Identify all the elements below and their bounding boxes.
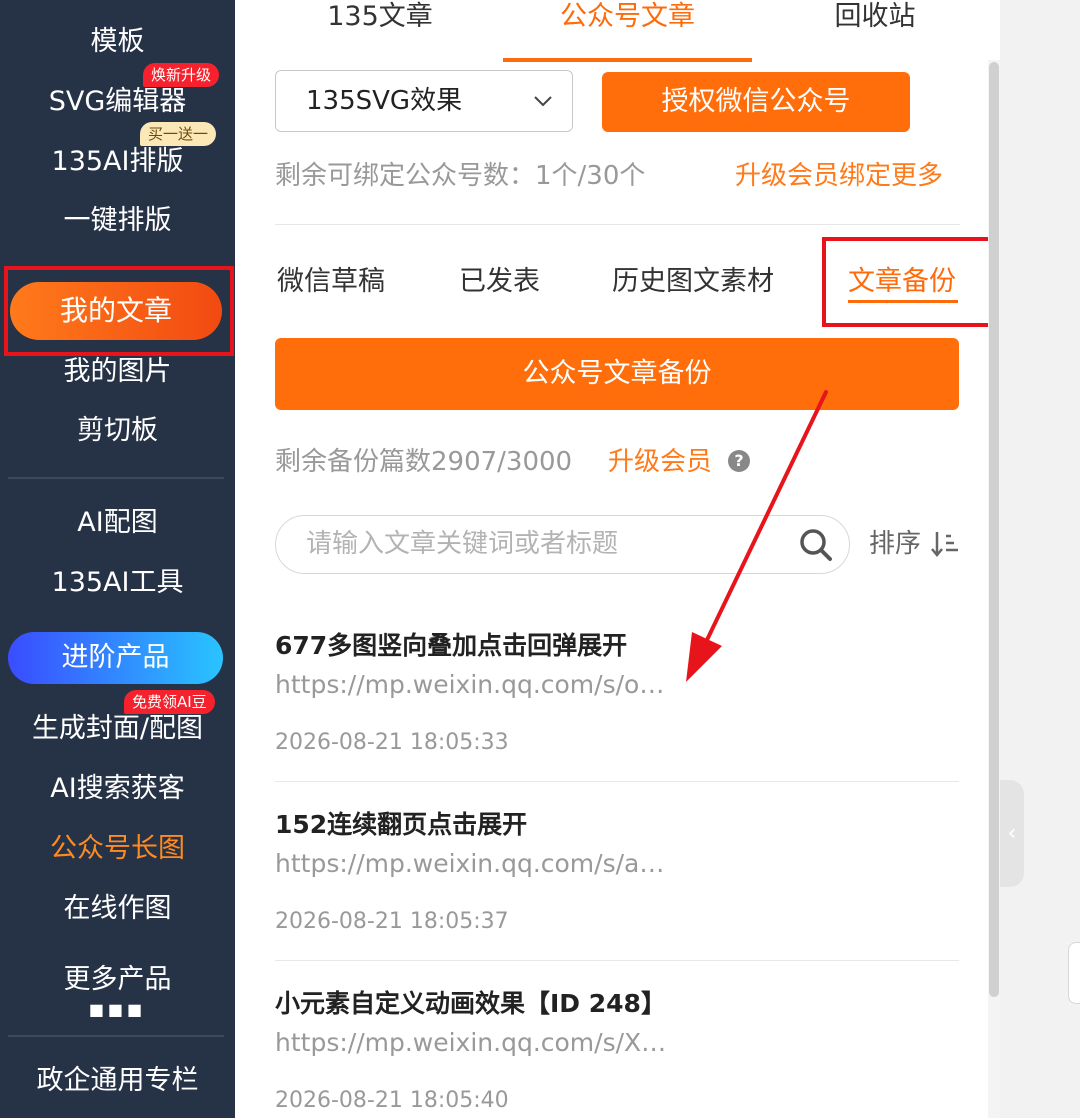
sidebar-item-ai-search[interactable]: AI搜索获客 (0, 769, 235, 809)
sidebar-item-more-products[interactable]: 更多产品 (0, 960, 235, 1000)
sidebar-item-clipboard[interactable]: 剪切板 (0, 411, 235, 451)
subtab-published[interactable]: 已发表 (459, 262, 540, 302)
article-title[interactable]: 小元素自定义动画效果【ID 248】 (275, 986, 666, 1022)
sidebar-item-one-click-layout[interactable]: 一键排版 (0, 201, 235, 241)
highlight-box-article-backup (822, 237, 997, 327)
sidebar-item-135ai-layout[interactable]: 135AI排版 (0, 142, 235, 182)
tab-recycle-bin[interactable]: 回收站 (795, 0, 955, 60)
backup-articles-button[interactable]: 公众号文章备份 (275, 338, 959, 410)
sidebar-item-government[interactable]: 政企通用专栏 (0, 1061, 235, 1101)
sort-label[interactable]: 排序 (869, 526, 921, 562)
account-select[interactable]: 135SVG效果 (275, 70, 573, 132)
article-url[interactable]: https://mp.weixin.qq.com/s/a… (275, 847, 664, 881)
sort-icon[interactable] (931, 530, 959, 562)
tab-wechat-articles[interactable]: 公众号文章 (535, 0, 720, 60)
article-url[interactable]: https://mp.weixin.qq.com/s/X… (275, 1026, 666, 1060)
sidebar-item-135ai-tools[interactable]: 135AI工具 (0, 563, 235, 603)
upgrade-member-link[interactable]: 升级会员 (608, 444, 712, 480)
authorize-wechat-button[interactable]: 授权微信公众号 (602, 72, 910, 132)
search-icon[interactable] (798, 527, 834, 567)
svg-editor-badge: 焕新升级 (143, 63, 220, 87)
account-select-value: 135SVG效果 (306, 86, 463, 116)
chevron-left-icon: ‹ (1007, 821, 1017, 846)
sidebar-item-advanced-products[interactable]: 进阶产品 (8, 632, 223, 684)
article-divider (275, 781, 959, 782)
search-box (275, 515, 850, 574)
subtab-wechat-drafts[interactable]: 微信草稿 (277, 262, 385, 302)
section-divider (275, 224, 960, 225)
sidebar-item-ai-images[interactable]: AI配图 (0, 503, 235, 543)
more-dots-icon: ■■■ (88, 1000, 147, 1019)
135ai-layout-badge: 买一送一 (140, 122, 217, 146)
sidebar-item-svg-editor[interactable]: SVG编辑器 (0, 82, 235, 122)
sidebar: 模板 SVG编辑器 焕新升级 135AI排版 买一送一 一键排版 我的文章 我的… (0, 0, 235, 1118)
generate-cover-badge: 免费领AI豆 (124, 690, 215, 714)
search-input[interactable] (306, 516, 786, 572)
sidebar-item-long-image[interactable]: 公众号长图 (0, 829, 235, 869)
article-divider (275, 960, 959, 961)
article-title[interactable]: 152连续翻页点击展开 (275, 807, 527, 843)
bind-remaining-text: 剩余可绑定公众号数：1个/30个 (275, 161, 646, 191)
article-date: 2026-08-21 18:05:33 (275, 730, 509, 755)
sidebar-divider (8, 477, 224, 479)
article-date: 2026-08-21 18:05:40 (275, 1088, 509, 1113)
upgrade-bind-link[interactable]: 升级会员绑定更多 (735, 158, 943, 194)
main-panel: 135文章 公众号文章 回收站 135SVG效果 授权微信公众号 剩余可绑定公众… (235, 0, 1000, 1118)
sidebar-divider (8, 1035, 224, 1037)
subtab-history-materials[interactable]: 历史图文素材 (612, 262, 774, 302)
chevron-down-icon (532, 71, 554, 155)
question-mark-icon[interactable]: ? (728, 450, 750, 472)
scrollbar-thumb[interactable] (989, 62, 999, 997)
collapse-panel-handle[interactable]: ‹ (1000, 780, 1024, 887)
active-tab-underline (503, 58, 752, 62)
sidebar-item-online-design[interactable]: 在线作图 (0, 889, 235, 929)
article-date: 2026-08-21 18:05:37 (275, 909, 509, 934)
sidebar-item-my-images[interactable]: 我的图片 (0, 352, 235, 392)
sidebar-item-generate-cover[interactable]: 生成封面/配图 (0, 709, 235, 749)
tab-135-articles[interactable]: 135文章 (290, 0, 470, 60)
side-panel-tab[interactable] (1068, 942, 1080, 1004)
sidebar-item-templates[interactable]: 模板 (0, 22, 235, 62)
article-url[interactable]: https://mp.weixin.qq.com/s/o… (275, 668, 664, 702)
highlight-box-my-articles (4, 266, 234, 356)
backup-remaining-text: 剩余备份篇数2907/3000 (275, 447, 573, 477)
article-title[interactable]: 677多图竖向叠加点击回弹展开 (275, 628, 627, 664)
